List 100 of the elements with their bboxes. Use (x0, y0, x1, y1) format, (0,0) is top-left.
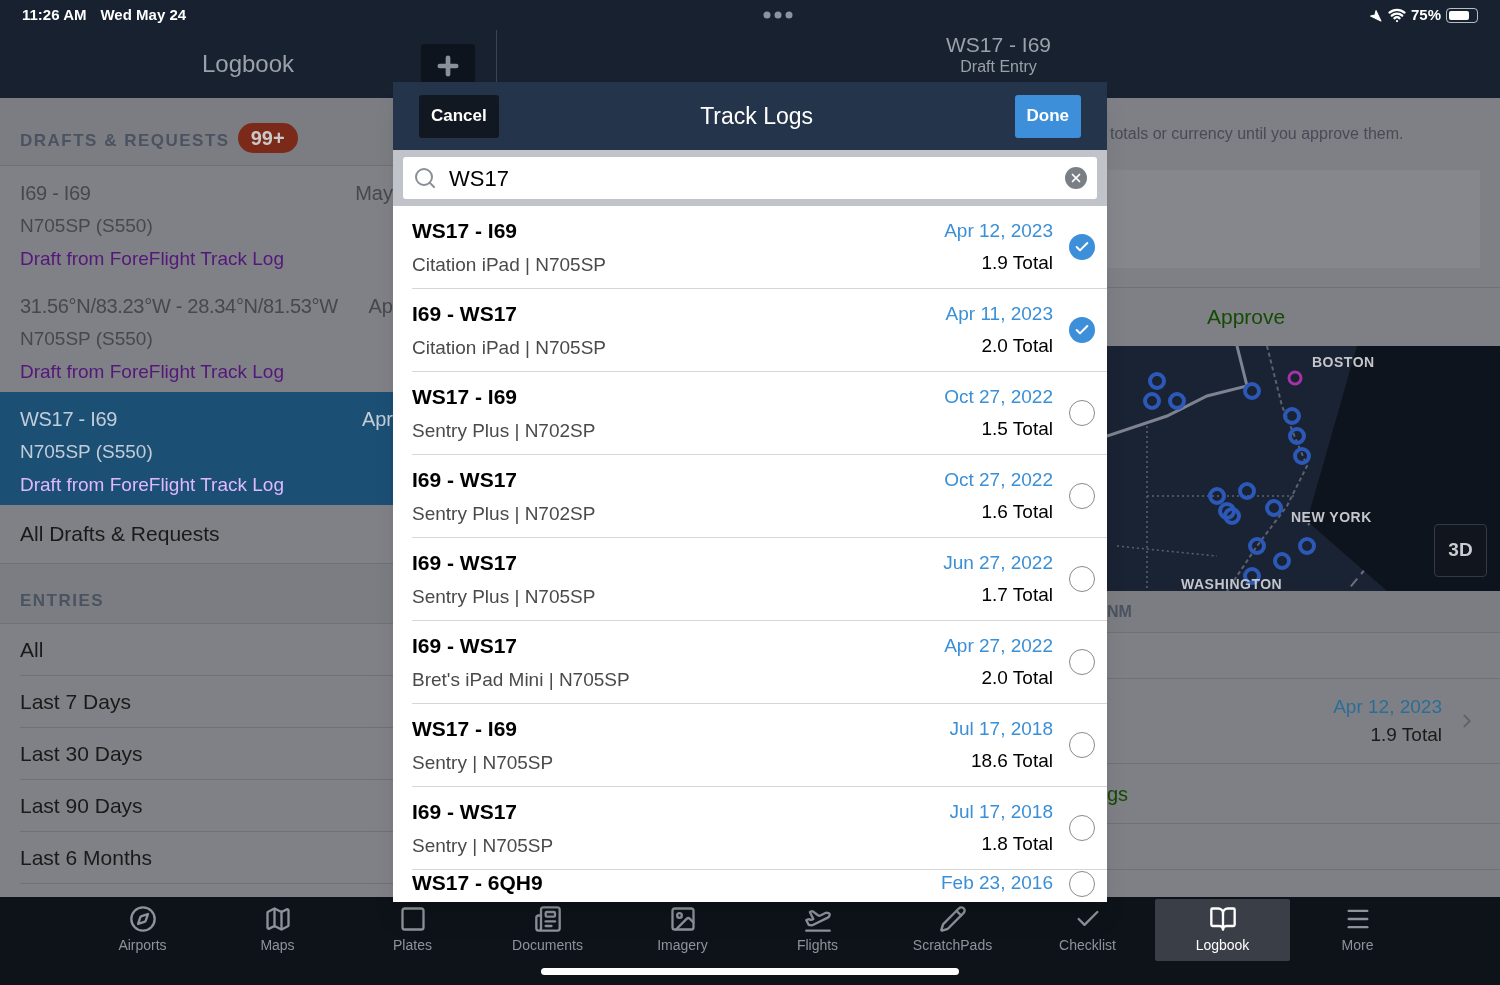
log-route: WS17 - I69 (412, 218, 519, 244)
draft-source: Draft from ForeFlight Track Log (20, 246, 285, 271)
log-device: Citation iPad | N705SP (412, 252, 607, 277)
draft-date: May (355, 181, 393, 206)
search-field[interactable]: WS17 (403, 157, 1097, 199)
logbook-title: Logbook (200, 49, 296, 79)
book-icon (1208, 904, 1237, 933)
dialog-title: Track Logs (699, 101, 815, 131)
track-log-item[interactable]: I69 - WS17 Sentry Plus | N705SP Jun 27, 2022 1.7 Total (393, 538, 1107, 621)
cancel-button[interactable]: Cancel (419, 94, 499, 138)
more-dots-icon[interactable] (762, 11, 793, 19)
tab-bar-item[interactable]: ScratchPads (885, 899, 1020, 961)
draft-aircraft: N705SP (S550) (20, 327, 154, 351)
map-view[interactable]: BOSTON NEW YORK WASHINGTON 3D (1107, 346, 1500, 591)
draft-route: 31.56°N/83.23°W - 28.34°N/81.53°W (20, 294, 338, 319)
track-log-item[interactable]: WS17 - I69 Sentry | N705SP Jul 17, 2018 18.6 Total (393, 704, 1107, 787)
pencil-icon (938, 904, 967, 933)
draft-aircraft: N705SP (S550) (20, 440, 154, 464)
log-device: Sentry Plus | N702SP (412, 501, 597, 526)
location-icon (1368, 8, 1382, 22)
log-route: I69 - WS17 (412, 633, 519, 659)
track-log-item[interactable]: I69 - WS17 Bret's iPad Mini | N705SP Apr 27, 2022 2.0 Total (393, 621, 1107, 704)
tab-bar-item[interactable]: More (1290, 899, 1425, 961)
draft-route: I69 - I69 (20, 181, 91, 206)
draft-source: Draft from ForeFlight Track Log (20, 359, 285, 384)
track-log-item[interactable]: I69 - WS17 Sentry | N705SP Jul 17, 2018 1.8 Total (393, 787, 1107, 870)
tab-bar-item[interactable]: Maps (210, 899, 345, 961)
tab-bar-item[interactable]: Checklist (1020, 899, 1155, 961)
log-total: 2.0 Total (981, 666, 1053, 690)
tab-bar-item[interactable]: Flights (750, 899, 885, 961)
log-total: 2.0 Total (981, 334, 1053, 358)
clear-icon[interactable] (1065, 167, 1087, 189)
tab-bar-item[interactable]: Plates (345, 899, 480, 961)
log-route: WS17 - I69 (412, 716, 519, 742)
tab-bar-item[interactable]: Airports (75, 899, 210, 961)
log-device: Sentry | N705SP (412, 833, 555, 858)
track-total: 1.9 Total (1370, 723, 1442, 747)
log-date: Apr 27, 2022 (944, 633, 1053, 658)
entry-title: WS17 - I69 (945, 32, 1051, 58)
log-date: Apr 12, 2023 (944, 218, 1053, 243)
battery-icon (1446, 7, 1478, 23)
entry-subtitle: Draft Entry (960, 58, 1037, 76)
log-device: Sentry Plus | N702SP (412, 418, 597, 443)
map-label: BOSTON (1312, 353, 1375, 372)
wifi-icon (1387, 6, 1406, 24)
log-device: Bret's iPad Mini | N705SP (412, 667, 631, 692)
track-log-item[interactable]: I69 - WS17 Citation iPad | N705SP Apr 11, 2023 2.0 Total (393, 289, 1107, 372)
entries-filter-item[interactable]: Last 30 Days (20, 737, 143, 770)
log-total: 1.9 Total (981, 251, 1053, 275)
log-route: I69 - WS17 (412, 550, 519, 576)
entries-filter-item[interactable]: All (20, 633, 44, 666)
done-button[interactable]: Done (1014, 94, 1081, 138)
log-device: Sentry Plus | N705SP (412, 584, 597, 609)
3d-toggle-button[interactable]: 3D (1434, 524, 1487, 577)
log-date: Feb 23, 2016 (941, 871, 1053, 895)
log-route: WS17 - 6QH9 (412, 871, 544, 895)
log-route: WS17 - I69 (412, 384, 519, 410)
battery-percent: 75% (1410, 4, 1441, 25)
log-date: Jun 27, 2022 (943, 550, 1053, 575)
log-total: 18.6 Total (970, 749, 1053, 773)
log-route: I69 - WS17 (412, 799, 519, 825)
newspaper-icon (533, 904, 562, 933)
draft-date: Ap (368, 294, 393, 319)
log-date: Jul 17, 2018 (949, 799, 1053, 824)
map-label: WASHINGTON (1181, 577, 1283, 591)
log-total: 1.5 Total (981, 417, 1053, 441)
track-log-item[interactable]: WS17 - I69 Citation iPad | N705SP Apr 12, 2023 1.9 Total (393, 206, 1107, 289)
log-total: 1.6 Total (981, 500, 1053, 524)
log-device: Sentry | N705SP (412, 750, 555, 775)
entries-filter-item[interactable]: Last 90 Days (20, 789, 143, 822)
square-icon (398, 904, 427, 933)
tab-bar-item[interactable]: Imagery (615, 899, 750, 961)
compass-icon (128, 904, 157, 933)
entries-filter-item[interactable]: Last 6 Months (20, 841, 152, 874)
tab-bar-item[interactable]: Documents (480, 899, 615, 961)
search-icon (413, 166, 437, 190)
log-total: 1.8 Total (981, 832, 1053, 856)
log-date: Oct 27, 2022 (944, 467, 1053, 492)
track-log-item[interactable]: I69 - WS17 Sentry Plus | N702SP Oct 27, 2022 1.6 Total (393, 455, 1107, 538)
log-route: I69 - WS17 (412, 467, 519, 493)
count-badge: 99+ (237, 123, 298, 153)
track-log-item[interactable]: WS17 - I69 Sentry Plus | N702SP Oct 27, 2022 1.5 Total (393, 372, 1107, 455)
search-input[interactable]: WS17 (449, 161, 1065, 195)
picture-icon (668, 904, 697, 933)
status-time: 11:26 AM (22, 4, 87, 25)
log-route: I69 - WS17 (412, 301, 519, 327)
tab-bar-item[interactable]: Logbook (1155, 899, 1290, 961)
draft-aircraft: N705SP (S550) (20, 214, 154, 238)
draft-item[interactable]: WS17 - I69 Apr N705SP (S550) Draft from ForeFlight Track Log (0, 392, 393, 505)
draft-source: Draft from ForeFlight Track Log (20, 472, 285, 497)
log-date: Jul 17, 2018 (949, 716, 1053, 741)
notice-text: totals or currency until you approve them. (1109, 124, 1404, 144)
log-total: 1.7 Total (981, 583, 1053, 607)
track-date: Apr 12, 2023 (1333, 694, 1442, 719)
track-log-item[interactable]: WS17 - 6QH9 Feb 23, 2016 (393, 870, 1107, 902)
map-label: NEW YORK (1291, 508, 1372, 527)
log-date: Oct 27, 2022 (944, 384, 1053, 409)
draft-date: Apr (361, 407, 393, 432)
entries-filter-item[interactable]: Last 7 Days (20, 685, 131, 718)
log-device: Citation iPad | N705SP (412, 335, 607, 360)
